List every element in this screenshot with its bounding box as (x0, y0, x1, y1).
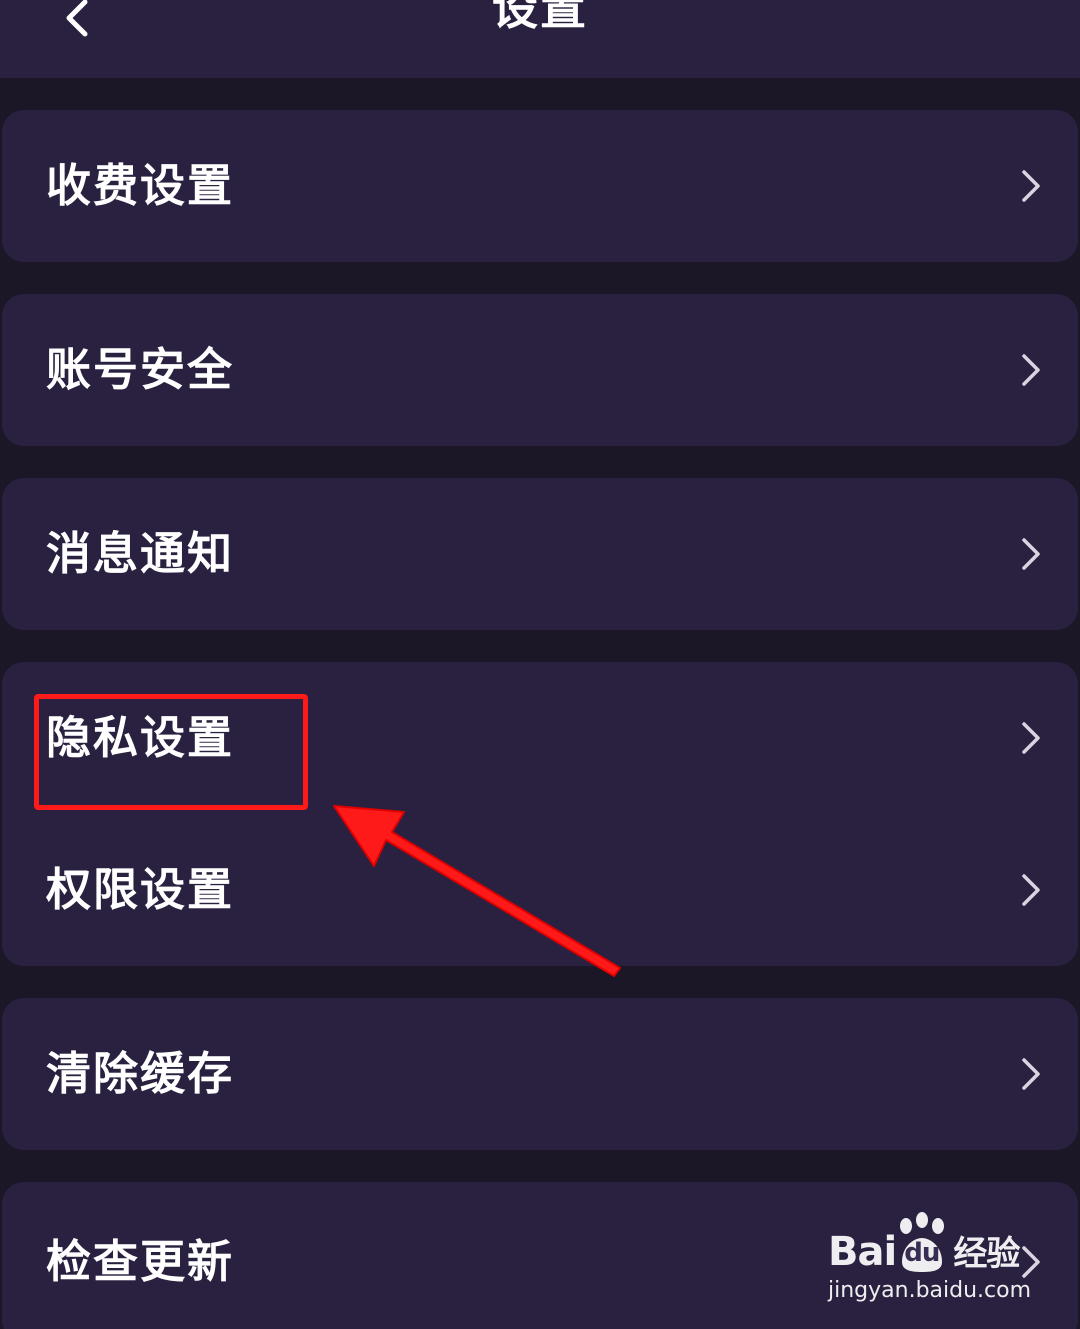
settings-item-permissions[interactable]: 权限设置 (2, 814, 1078, 966)
watermark: Bai du 经验 jingyan.baidu.com (828, 1212, 1032, 1312)
settings-item-label: 检查更新 (46, 1235, 235, 1288)
settings-item-label: 收费设置 (46, 159, 235, 212)
watermark-logo-bai: Bai (828, 1229, 897, 1275)
watermark-url: jingyan.baidu.com (828, 1278, 1032, 1303)
settings-item-label: 账号安全 (46, 343, 235, 396)
settings-card: 账号安全 (2, 294, 1078, 446)
highlight-box (34, 694, 308, 810)
chevron-right-icon (1022, 170, 1040, 202)
watermark-logo: Bai du 经验 (828, 1228, 1020, 1281)
chevron-right-icon (1022, 354, 1040, 386)
settings-card: 收费设置 (2, 110, 1078, 262)
settings-item-label: 权限设置 (46, 863, 235, 916)
settings-item-label: 清除缓存 (46, 1047, 235, 1100)
chevron-right-icon (1022, 874, 1040, 906)
settings-screen: 设置 收费设置 账号安全 消息通知 隐私设置 权限设置 清除缓存 检查更新 Ba… (0, 0, 1080, 1329)
settings-card: 消息通知 (2, 478, 1078, 630)
chevron-right-icon (1022, 538, 1040, 570)
settings-item-clear-cache[interactable]: 清除缓存 (2, 998, 1078, 1150)
settings-item-label: 消息通知 (46, 527, 235, 580)
settings-item-billing[interactable]: 收费设置 (2, 110, 1078, 262)
nav-bar: 设置 (0, 0, 1080, 78)
settings-item-account-security[interactable]: 账号安全 (2, 294, 1078, 446)
page-title: 设置 (492, 0, 588, 35)
watermark-logo-jingyan: 经验 (953, 1234, 1020, 1274)
chevron-right-icon (1022, 1058, 1040, 1090)
watermark-logo-du: du (904, 1238, 940, 1268)
settings-item-notifications[interactable]: 消息通知 (2, 478, 1078, 630)
settings-card: 清除缓存 (2, 998, 1078, 1150)
chevron-right-icon (1022, 722, 1040, 754)
